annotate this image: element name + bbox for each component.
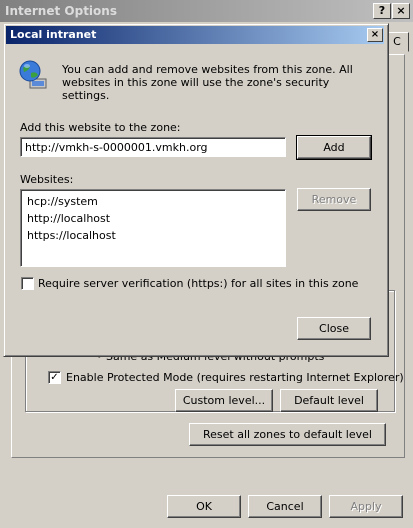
help-button[interactable]: ? <box>373 3 391 19</box>
list-item[interactable]: hcp://system <box>27 193 279 210</box>
require-https-label: Require server verification (https:) for… <box>38 277 359 290</box>
protected-mode-checkbox[interactable]: ✓ <box>48 371 61 384</box>
apply-button[interactable]: Apply <box>329 495 403 518</box>
dialog-close-button[interactable]: × <box>367 28 383 42</box>
dialog-info-text: You can add and remove websites from thi… <box>62 63 353 102</box>
dialog-title: Local intranet <box>10 28 97 41</box>
custom-level-button[interactable]: Custom level... <box>175 389 273 412</box>
close-button[interactable]: Close <box>297 317 371 340</box>
cancel-button[interactable]: Cancel <box>248 495 322 518</box>
default-level-button[interactable]: Default level <box>280 389 378 412</box>
protected-mode-label: Enable Protected Mode (requires restarti… <box>66 371 404 384</box>
local-intranet-dialog: Local intranet × You can add and remove … <box>3 23 389 357</box>
reset-all-zones-button[interactable]: Reset all zones to default level <box>189 423 386 446</box>
websites-list[interactable]: hcp://system http://localhost https://lo… <box>20 189 286 267</box>
internet-options-title: Internet Options <box>5 4 117 18</box>
add-button[interactable]: Add <box>296 135 372 160</box>
internet-options-title-bar[interactable]: Internet Options ? × <box>0 0 413 22</box>
ok-button[interactable]: OK <box>167 495 241 518</box>
remove-button[interactable]: Remove <box>297 188 371 211</box>
add-website-label: Add this website to the zone: <box>20 121 181 134</box>
checkmark-icon: ✓ <box>50 372 59 383</box>
dialog-title-bar[interactable]: Local intranet × <box>6 26 384 44</box>
require-https-checkbox[interactable] <box>21 277 34 290</box>
add-website-input[interactable] <box>20 137 286 157</box>
globe-network-icon <box>19 60 47 89</box>
window-close-button[interactable]: × <box>392 3 410 19</box>
list-item[interactable]: http://localhost <box>27 210 279 227</box>
websites-label: Websites: <box>20 173 74 186</box>
list-item[interactable]: https://localhost <box>27 227 279 244</box>
